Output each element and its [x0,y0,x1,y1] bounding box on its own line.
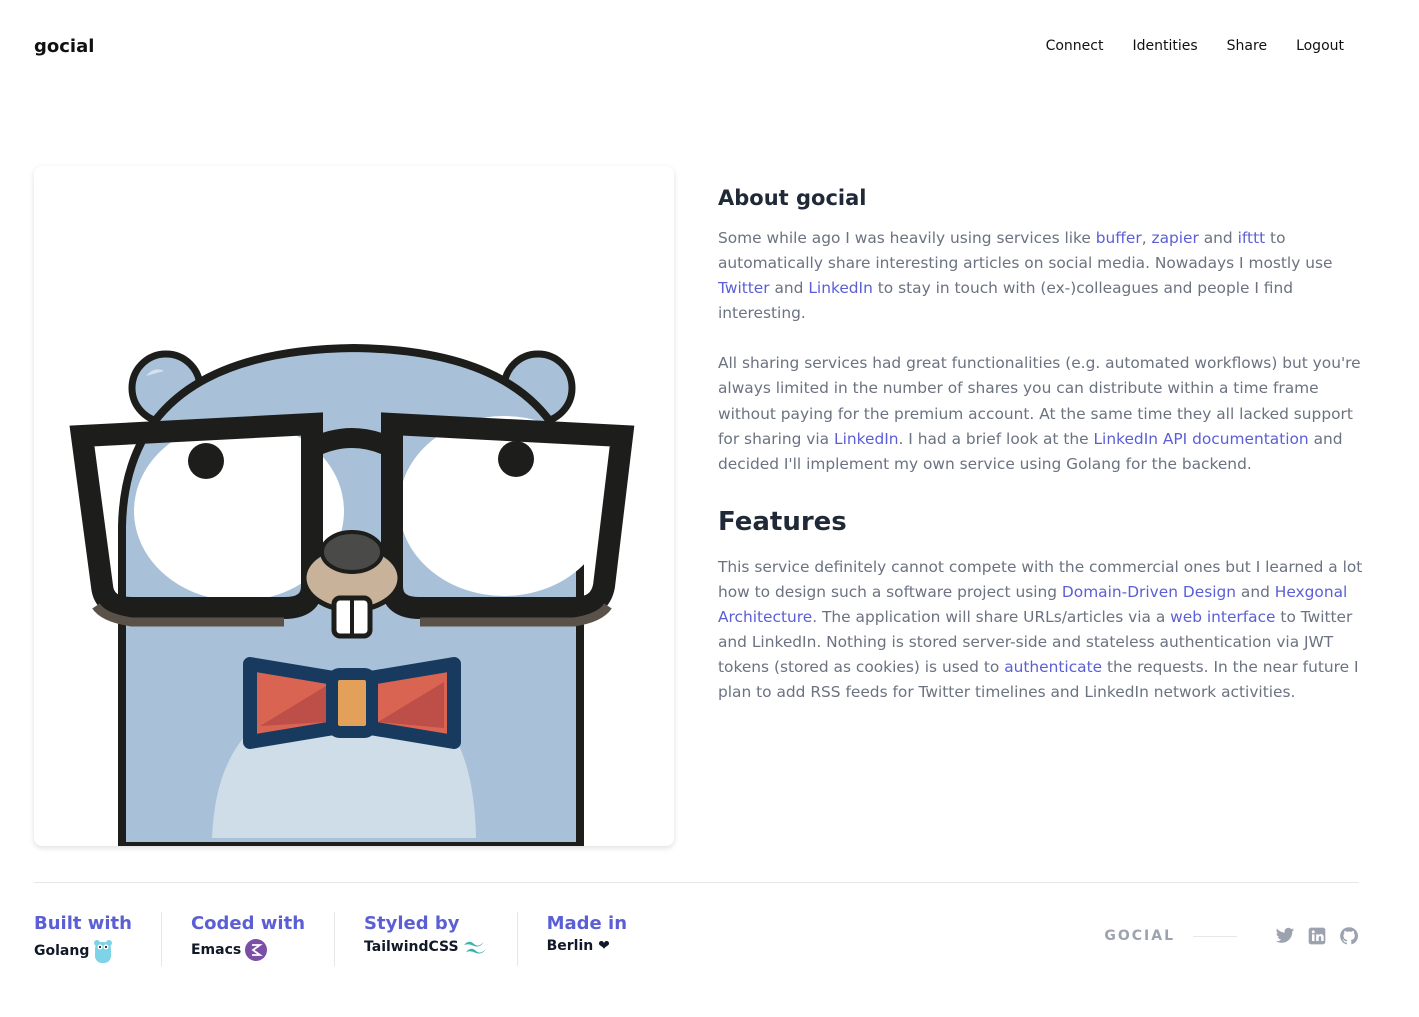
github-icon[interactable] [1339,926,1359,946]
link-zapier[interactable]: zapier [1152,229,1199,247]
nav-logout[interactable]: Logout [1296,38,1344,54]
gopher-image-card [34,166,674,846]
credit-title: Coded with [190,913,306,934]
footer-credits: Built with Golang Coded with Emacs Style… [34,912,685,966]
main-nav: Connect Identities Share Logout [1046,38,1344,54]
linkedin-icon[interactable] [1307,926,1327,946]
about-section: About gocial Some while ago I was heavil… [718,186,1363,705]
nav-identities[interactable]: Identities [1132,38,1197,54]
footer-brand[interactable]: GOCIAL [1104,928,1175,944]
tailwind-icon [463,941,486,954]
credit-value: TailwindCSS [364,938,488,956]
credit-value: Emacs [191,938,305,962]
text: and [769,279,809,298]
credit-styled-by: Styled by TailwindCSS [364,912,518,966]
link-buffer[interactable]: buffer [1096,229,1142,247]
about-paragraph-2: All sharing services had great functiona… [718,351,1363,476]
credit-title: Made in [546,913,628,934]
link-ifttt[interactable]: ifttt [1238,229,1266,247]
credit-value-text: Golang [34,943,90,959]
gopher-icon [94,940,113,963]
link-linkedin-api-docs[interactable]: LinkedIn API documentation [1093,430,1308,448]
credit-title: Built with [34,913,132,934]
credit-made-in: Made in Berlin ❤ [547,912,656,966]
footer-divider [34,882,1359,883]
emacs-icon [245,939,268,961]
brand-logo[interactable]: gocial [34,36,94,57]
features-paragraph: This service definitely cannot compete w… [718,555,1363,706]
footer-social: GOCIAL [1104,926,1359,946]
credit-coded-with: Coded with Emacs [190,912,336,966]
link-authenticate[interactable]: authenticate [1004,658,1102,676]
gopher-illustration [69,343,635,846]
credit-built-with: Built with Golang [34,912,162,966]
text: Some while ago I was heavily using servi… [718,229,1096,247]
about-title: About gocial [718,186,867,210]
features-title: Features [718,506,847,537]
link-linkedin[interactable]: LinkedIn [808,279,873,297]
footer-line [1193,935,1237,937]
credit-value: Golang [34,938,132,964]
credit-value: Berlin ❤ [547,938,627,954]
credit-value-text: Berlin ❤ [546,938,610,954]
link-linkedin-2[interactable]: LinkedIn [834,430,899,448]
link-web-interface[interactable]: web interface [1170,608,1275,626]
credit-value-text: TailwindCSS [364,939,459,955]
text: . The application will share URLs/articl… [812,608,1171,627]
nav-connect[interactable]: Connect [1046,38,1104,54]
link-ddd[interactable]: Domain-Driven Design [1062,583,1236,601]
text: and [1236,582,1275,601]
text: and [1198,229,1238,247]
text: , [1141,229,1152,247]
text: . I had a brief look at the [898,429,1094,448]
credit-value-text: Emacs [190,942,242,958]
nav-share[interactable]: Share [1227,38,1267,54]
about-paragraph-1: Some while ago I was heavily using servi… [718,226,1363,326]
credit-title: Styled by [364,913,460,934]
twitter-icon[interactable] [1275,926,1295,946]
link-twitter[interactable]: Twitter [718,279,770,297]
